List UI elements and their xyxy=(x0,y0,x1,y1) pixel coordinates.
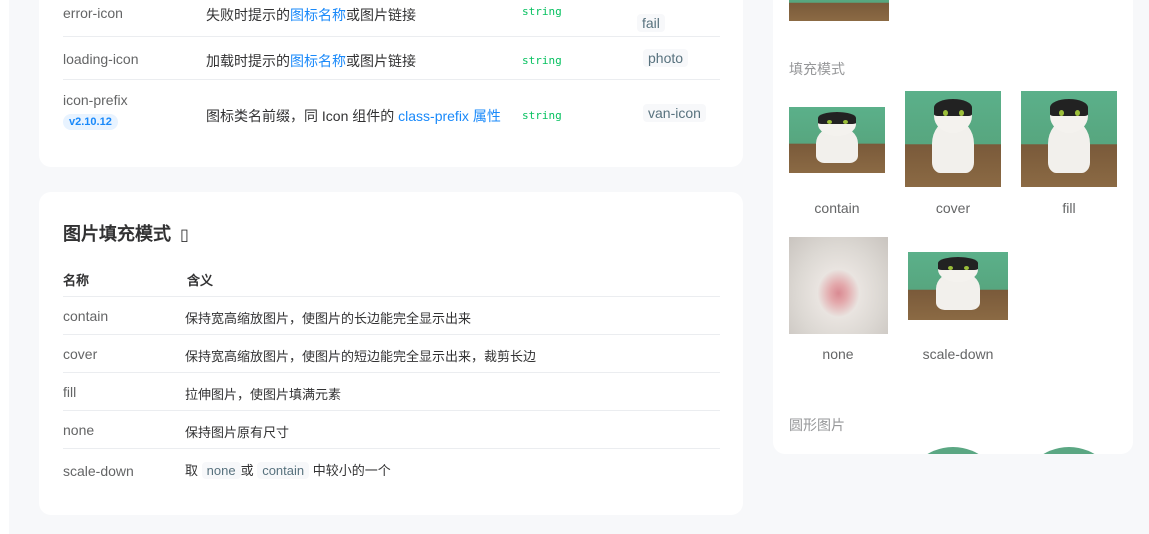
table-row: scale-down 取 none 或 contain 中较小的一个 xyxy=(63,449,720,493)
desc-text: 或图片链接 xyxy=(346,53,416,69)
cat-image-scale-down[interactable] xyxy=(908,252,1008,320)
code-none: none xyxy=(201,462,241,479)
api-props-card: error-icon 失败时提示的图标名称或图片链接 string fail l… xyxy=(39,0,743,167)
prop-default: photo xyxy=(643,49,689,67)
round-image[interactable] xyxy=(1019,447,1119,454)
fit-modes-card: 图片填充模式 ▯ 名称 含义 contain 保持宽高缩放图片，使图片的长边能完… xyxy=(39,192,743,515)
table-row: contain 保持宽高缩放图片，使图片的长边能完全显示出来 xyxy=(63,297,720,335)
fit-name: contain xyxy=(63,308,109,324)
desc-text: 取 xyxy=(185,463,199,478)
cat-image xyxy=(789,0,889,21)
desc-text: 失败时提示的 xyxy=(206,7,290,23)
prop-default: van-icon xyxy=(643,104,706,122)
fit-label-fill: fill xyxy=(1062,200,1076,216)
fit-desc: 取 none 或 contain 中较小的一个 xyxy=(185,460,391,479)
table-row: fill 拉伸图片，使图片填满元素 xyxy=(63,373,720,411)
desc-text: 或 xyxy=(240,463,254,478)
round-image-title: 圆形图片 xyxy=(789,417,845,433)
fit-name: scale-down xyxy=(63,463,134,479)
icon-name-link[interactable]: 图标名称 xyxy=(290,7,346,23)
prop-name: icon-prefix xyxy=(63,92,128,108)
cat-image-patch xyxy=(817,112,857,125)
fit-label-scale-down: scale-down xyxy=(922,346,994,362)
prop-type: string xyxy=(522,109,562,122)
table-row: error-icon 失败时提示的图标名称或图片链接 string fail xyxy=(63,0,720,37)
desc-text: 加载时提示的 xyxy=(206,53,290,69)
table-row: none 保持图片原有尺寸 xyxy=(63,411,720,449)
fit-desc: 保持宽高缩放图片，使图片的长边能完全显示出来 xyxy=(185,311,472,326)
cat-image-bg xyxy=(789,0,889,21)
mobile-preview[interactable]: 填充模式 contain cover fill none scale-down … xyxy=(773,0,1133,454)
prop-desc: 图标类名前缀，同 Icon 组件的 class-prefix 属性 xyxy=(206,106,501,126)
code-contain: contain xyxy=(257,462,310,479)
desc-text: 中较小的一个 xyxy=(312,463,391,478)
fill-mode-title: 填充模式 xyxy=(789,61,845,77)
desc-text: 图标类名前缀，同 Icon 组件的 xyxy=(206,108,399,124)
prop-type: string xyxy=(522,54,562,67)
round-image[interactable] xyxy=(903,447,1003,454)
fit-label-contain: contain xyxy=(814,200,860,216)
fit-label-none: none xyxy=(822,346,854,362)
cat-image-eye xyxy=(958,110,964,116)
table-header-row xyxy=(63,258,720,297)
table-row: loading-icon 加载时提示的图标名称或图片链接 string phot… xyxy=(63,37,720,80)
prop-type: string xyxy=(522,5,562,18)
fit-desc: 保持图片原有尺寸 xyxy=(185,425,290,440)
fit-label-cover: cover xyxy=(935,200,971,216)
prop-default: fail xyxy=(637,14,665,32)
version-badge: v2.10.12 xyxy=(63,114,118,130)
table-row: cover 保持宽高缩放图片，使图片的短边能完全显示出来，裁剪长边 xyxy=(63,335,720,373)
prop-name: error-icon xyxy=(63,5,123,21)
cat-image-cover[interactable] xyxy=(905,91,1001,187)
anchor-icon[interactable]: ▯ xyxy=(180,227,189,244)
cat-image-eye xyxy=(1074,110,1080,116)
prop-desc: 加载时提示的图标名称或图片链接 xyxy=(206,51,416,71)
cat-image-none[interactable] xyxy=(789,237,888,334)
section-title-text: 图片填充模式 xyxy=(63,224,171,244)
fit-desc: 保持宽高缩放图片，使图片的短边能完全显示出来，裁剪长边 xyxy=(185,349,537,364)
prop-desc: 失败时提示的图标名称或图片链接 xyxy=(206,5,416,25)
cat-image-eye xyxy=(948,265,953,270)
cat-image-patch xyxy=(1049,98,1089,116)
table-row: icon-prefix v2.10.12 图标类名前缀，同 Icon 组件的 c… xyxy=(63,80,720,140)
fit-name: none xyxy=(63,422,95,438)
cat-image-eye xyxy=(964,265,969,270)
cat-image-patch xyxy=(933,98,973,116)
desc-text: 或图片链接 xyxy=(346,7,416,23)
class-prefix-link[interactable]: class-prefix 属性 xyxy=(398,108,501,124)
icon-name-link[interactable]: 图标名称 xyxy=(290,53,346,69)
cat-image-fill[interactable] xyxy=(1021,91,1117,187)
prop-name: loading-icon xyxy=(63,51,139,67)
fit-name: cover xyxy=(63,346,98,362)
section-title: 图片填充模式 ▯ xyxy=(63,220,189,246)
cat-image-patch xyxy=(938,257,978,270)
cat-image-contain[interactable] xyxy=(789,107,885,173)
fit-name: fill xyxy=(63,384,77,400)
fit-desc: 拉伸图片，使图片填满元素 xyxy=(185,387,342,402)
cat-image-eye xyxy=(842,120,848,125)
